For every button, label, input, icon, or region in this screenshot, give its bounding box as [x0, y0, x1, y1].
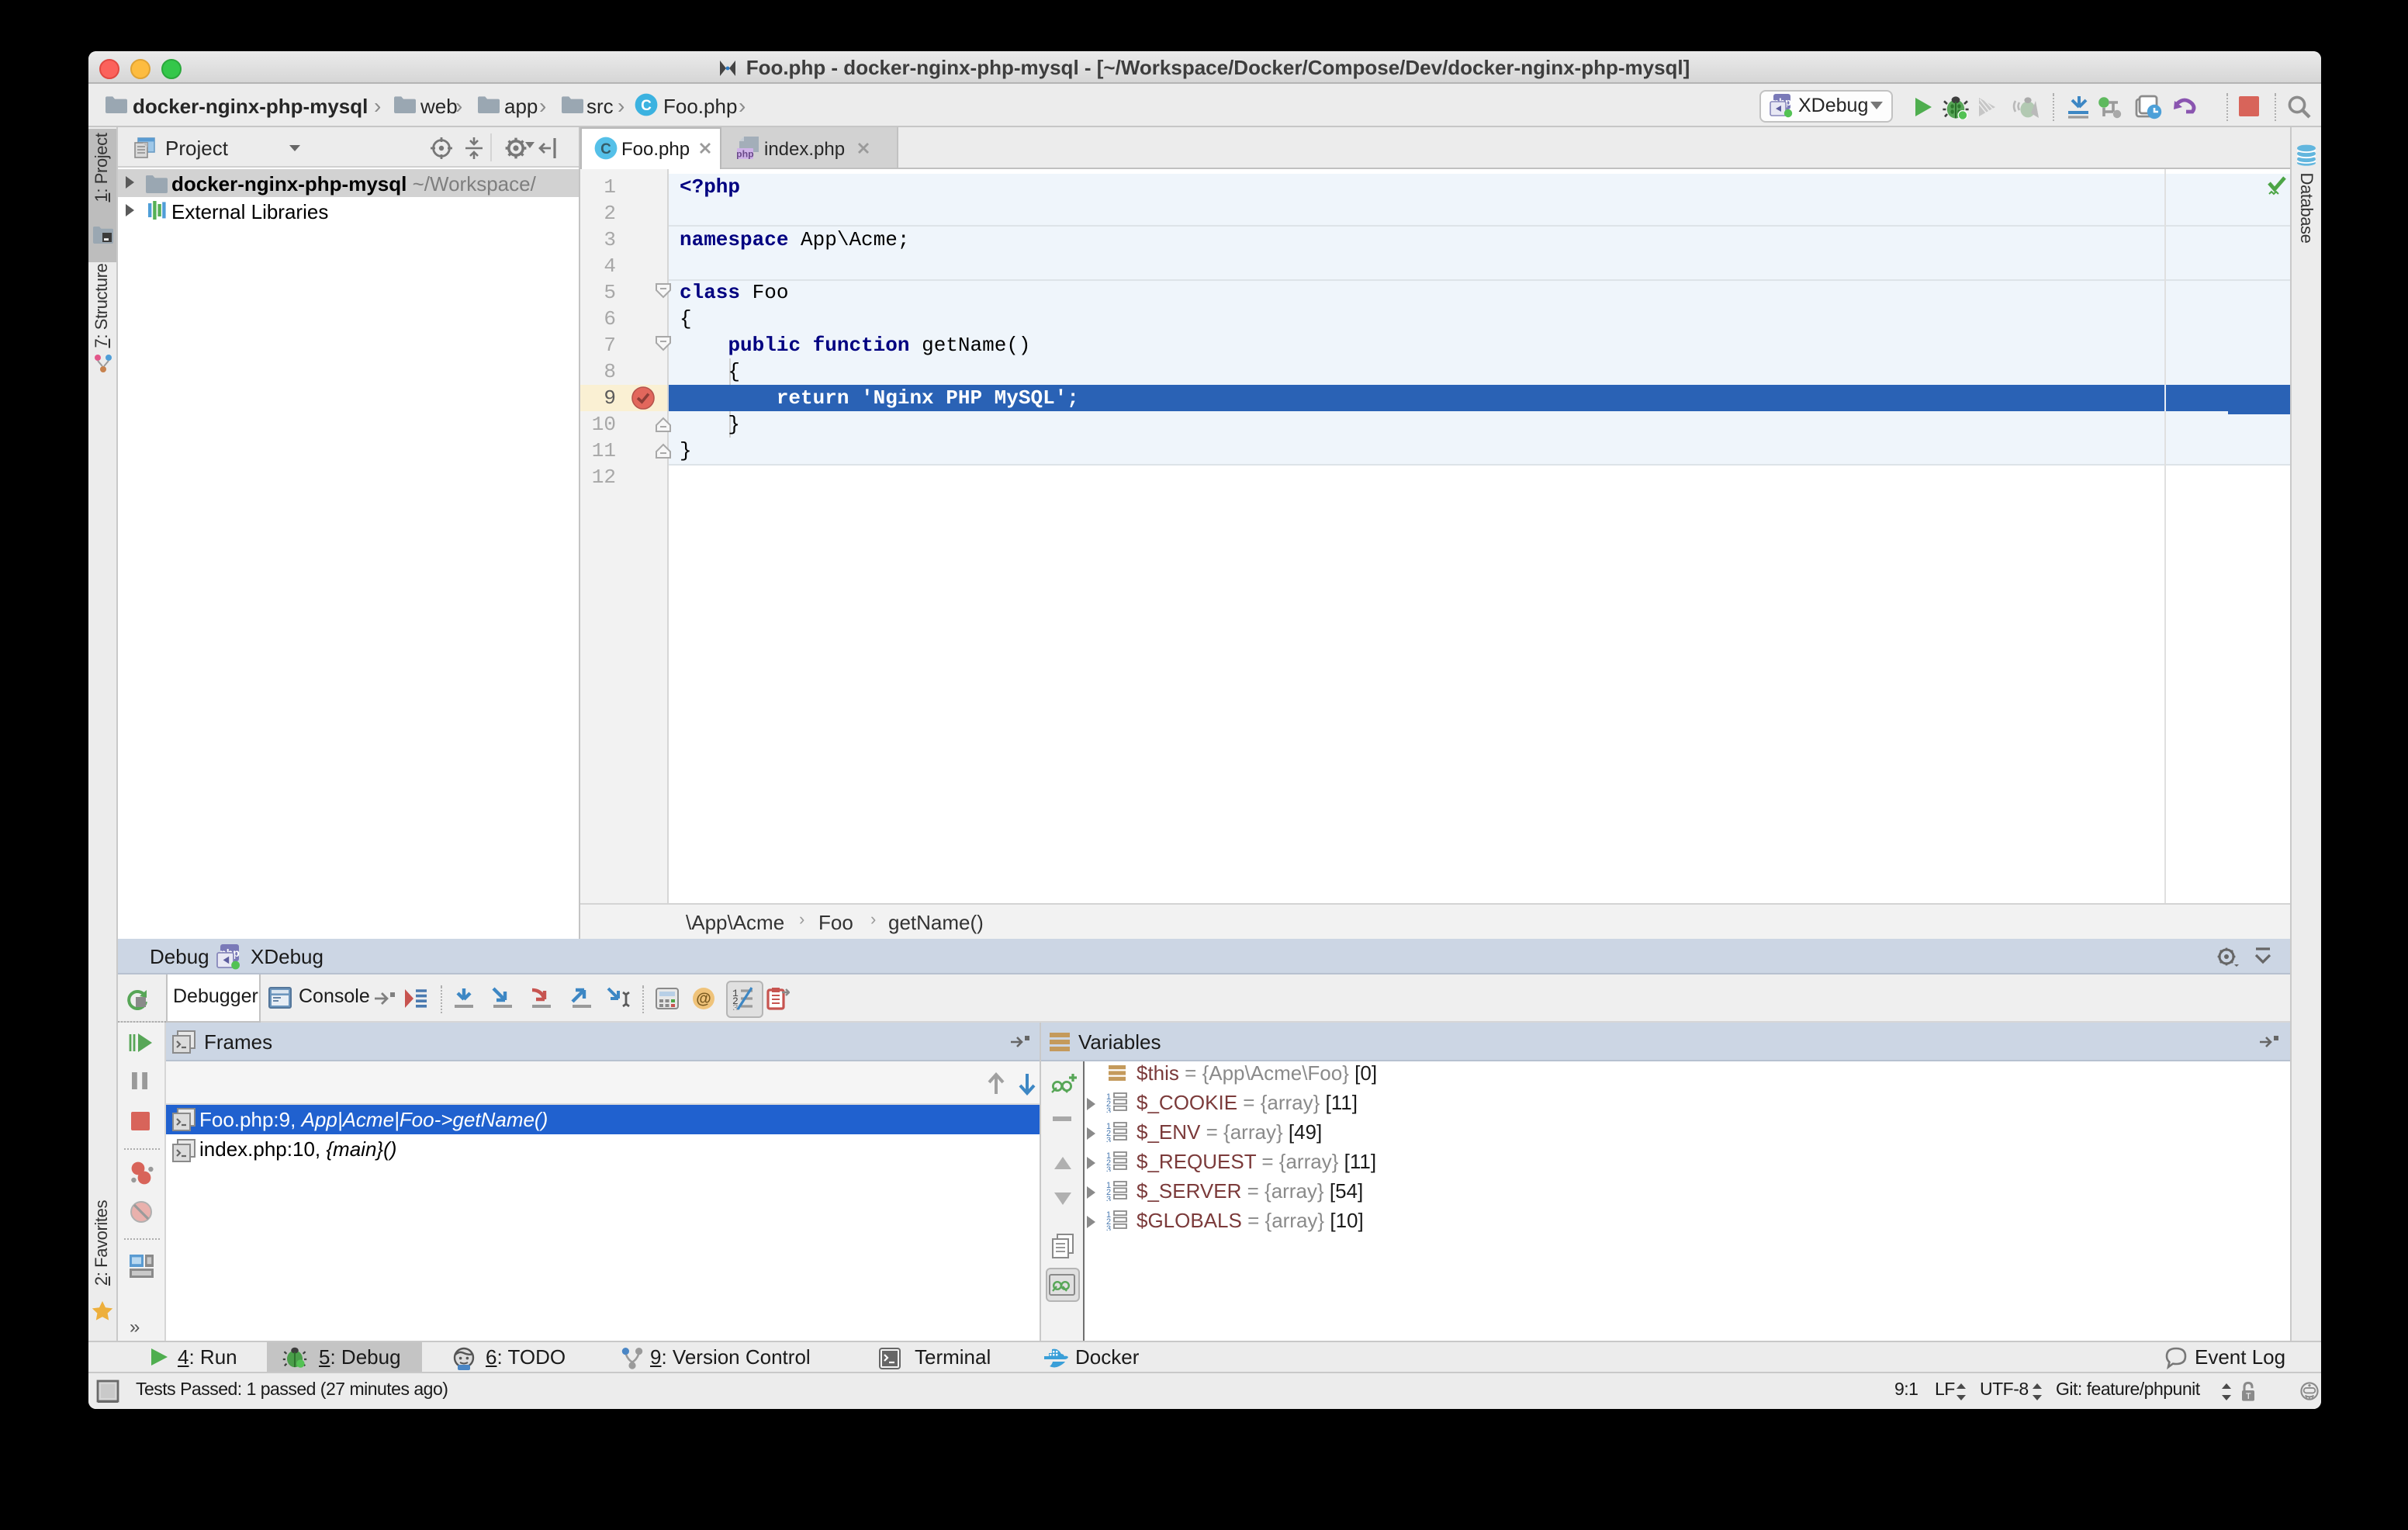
- svg-text:C: C: [641, 98, 652, 114]
- svg-text:3: 3: [1106, 1136, 1111, 1142]
- svg-text:3: 3: [1106, 1195, 1111, 1201]
- svg-text:T: T: [2245, 1392, 2251, 1401]
- svg-text:3: 3: [1106, 1165, 1111, 1172]
- svg-text:3: 3: [1106, 1106, 1111, 1113]
- svg-text:@: @: [695, 990, 711, 1007]
- svg-text:C: C: [600, 140, 611, 157]
- svg-text:php: php: [737, 149, 754, 160]
- svg-text:3: 3: [1106, 1224, 1111, 1231]
